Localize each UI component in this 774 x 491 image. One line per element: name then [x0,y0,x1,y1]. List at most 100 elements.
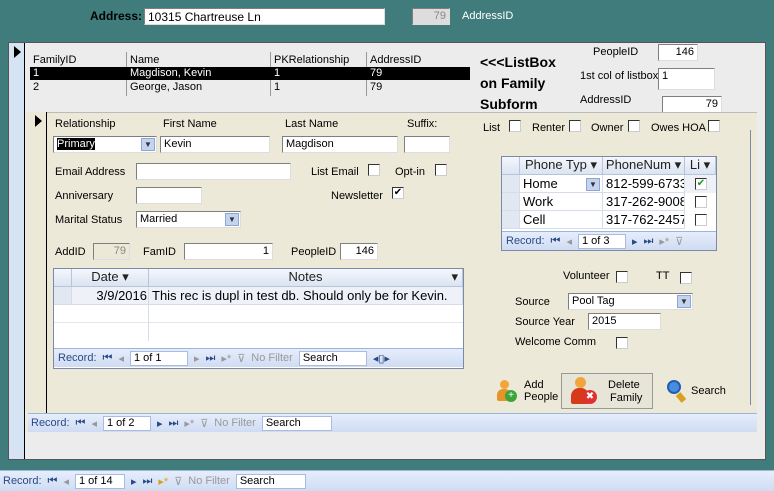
list-label: List [483,122,501,134]
column-header[interactable]: Notes ▾ [149,269,463,287]
filter-icon: ⊽ [200,417,209,430]
people-id-field[interactable]: 146 [658,44,698,61]
listbox-address-id-label: AddressID [580,94,632,106]
person-record-selector[interactable] [26,112,47,413]
optin-label: Opt-in [395,166,425,178]
welcome-comm-checkbox[interactable] [616,337,628,349]
first-record-icon[interactable]: ⏮ [48,475,58,488]
record-position-input[interactable]: 1 of 1 [129,350,188,366]
select-all-corner[interactable] [54,269,72,287]
family-record-selector[interactable] [9,43,25,459]
first-record-icon[interactable]: ⏮ [551,235,561,248]
newsletter-label: Newsletter [331,190,383,202]
famid-input[interactable]: 1 [184,243,273,260]
renter-checkbox[interactable] [569,120,581,132]
filter-button[interactable]: No Filter [188,475,230,487]
horizontal-scrollbar[interactable]: ◂▯▸ [373,352,390,365]
filter-icon: ⊽ [174,475,183,488]
column-header: Name [130,54,160,66]
marital-label: Marital Status [55,214,123,226]
volunteer-checkbox[interactable] [616,271,628,283]
family-listbox[interactable]: FamilyID Name PKRelationship AddressID 1… [30,52,470,104]
new-record-icon: ▸* [184,417,195,430]
relationship-select[interactable]: Primary ▼ [53,136,157,153]
last-name-input[interactable]: Magdison [282,136,398,153]
list-checkbox[interactable] [509,120,521,132]
prev-record-icon: ◂ [63,475,69,488]
next-record-icon[interactable]: ▸ [131,475,137,488]
next-record-icon[interactable]: ▸ [632,235,638,248]
email-input[interactable] [136,163,291,180]
list-item[interactable]: 1 Magdison, Kevin 1 79 [30,67,470,80]
first-name-input[interactable]: Kevin [160,136,270,153]
search-button[interactable]: Search [665,379,729,405]
peopleid-input[interactable]: 146 [340,243,378,260]
prev-record-icon: ◂ [91,417,97,430]
record-position-input[interactable]: 1 of 14 [74,473,125,489]
last-record-icon[interactable]: ⏭ [143,475,153,488]
last-name-label: Last Name [285,118,339,130]
next-record-icon: ▸ [193,352,200,365]
filter-button[interactable]: No Filter [251,352,293,364]
chevron-down-icon: ▼ [586,178,600,191]
table-row[interactable]: Home ▼ 812-599-6733 ✔ [502,175,716,193]
source-year-input[interactable]: 2015 [588,313,661,330]
column-header[interactable]: Li ▾ [685,157,716,175]
column-header[interactable]: Phone Typ ▾ [520,157,603,175]
new-record-icon: ▸* [221,352,232,365]
address-input[interactable]: 10315 Chartreuse Ln [144,8,385,25]
people-id-label: PeopleID [593,46,639,58]
next-record-icon[interactable]: ▸ [157,417,163,430]
delete-family-button[interactable]: ✖ Delete Family [561,373,653,409]
new-record-icon[interactable]: ▸* [158,475,168,488]
tt-checkbox[interactable] [680,272,692,284]
select-all-corner[interactable] [502,157,520,175]
list-checkbox[interactable] [695,196,707,208]
optin-checkbox[interactable] [435,164,447,176]
list-item[interactable]: 2 George, Jason 1 79 [30,81,470,94]
column-header: FamilyID [33,54,77,66]
list-checkbox[interactable] [695,214,707,226]
record-position-input[interactable]: 1 of 2 [102,415,151,431]
family-record-nav: Record: ⏮ ◂ 1 of 2 ▸ ⏭ ▸* ⊽ No Filter Search [28,413,757,432]
first-col-field[interactable]: 1 [658,68,715,90]
owner-checkbox[interactable] [628,120,640,132]
add-person-icon: + [496,380,518,404]
suffix-input[interactable] [404,136,450,153]
list-email-checkbox[interactable] [368,164,380,176]
filter-button[interactable]: No Filter [214,417,256,429]
relationship-label: Relationship [55,118,116,130]
add-people-button[interactable]: + Add People [496,378,560,406]
vertical-scrollbar[interactable] [750,130,752,405]
last-record-icon[interactable]: ⏭ [206,352,216,365]
peopleid-label: PeopleID [291,246,337,258]
owes-hoa-checkbox[interactable] [708,120,720,132]
search-input[interactable]: Search [261,415,332,431]
table-row[interactable]: 3/9/2016 This rec is dupl in test db. Sh… [54,287,463,305]
marital-select[interactable]: Married ▼ [136,211,241,228]
first-record-icon[interactable]: ⏮ [103,352,113,365]
welcome-comm-label: Welcome Comm [515,336,597,348]
prev-record-icon: ◂ [566,235,572,248]
table-row[interactable]: Cell 317-762-2457 [502,211,716,229]
new-record-icon: ▸* [659,235,670,248]
newsletter-checkbox[interactable]: ✔ [392,187,404,199]
column-header: AddressID [370,54,422,66]
last-record-icon[interactable]: ⏭ [169,417,179,430]
column-header[interactable]: PhoneNum ▾ [603,157,685,175]
first-record-icon[interactable]: ⏮ [76,417,86,430]
anniversary-input[interactable] [136,187,202,204]
filter-icon: ⊽ [675,235,684,248]
table-row[interactable]: Work 317-262-9008 [502,193,716,211]
source-select[interactable]: Pool Tag ▼ [568,293,693,310]
notes-datasheet: Date ▾ Notes ▾ 3/9/2016 This rec is dupl … [53,268,464,369]
last-record-icon[interactable]: ⏭ [644,235,654,248]
source-year-label: Source Year [515,316,575,328]
famid-label: FamID [143,246,176,258]
column-header[interactable]: Date ▾ [72,269,149,287]
list-checkbox[interactable]: ✔ [695,178,707,190]
listbox-address-id-field[interactable]: 79 [662,96,722,113]
record-position-input[interactable]: 1 of 3 [577,233,626,249]
search-input[interactable]: Search [298,350,367,366]
search-input[interactable]: Search [235,473,306,489]
